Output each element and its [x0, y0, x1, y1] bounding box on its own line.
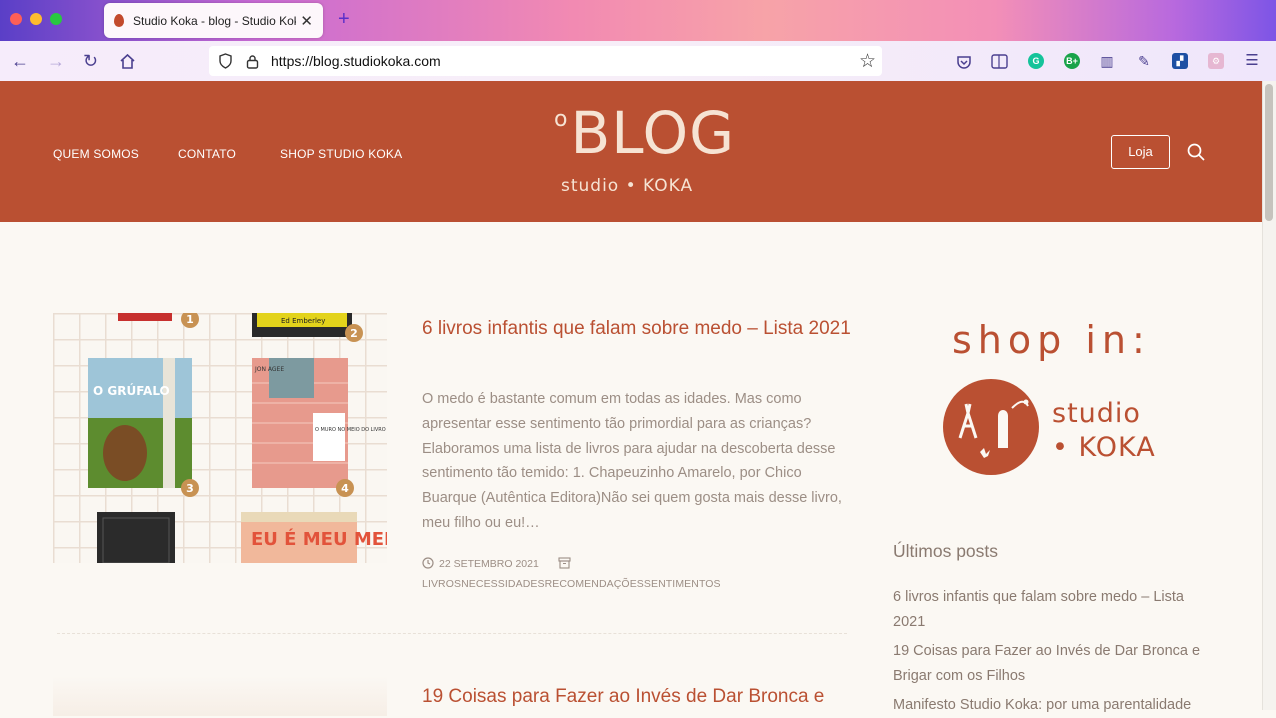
post-divider — [57, 633, 847, 634]
site-favicon-icon — [114, 14, 124, 27]
archive-icon — [558, 557, 571, 569]
pocket-icon[interactable] — [956, 54, 972, 70]
book-muro-title: O MURO NO MEIO DO LIVRO — [315, 427, 386, 433]
shield-icon[interactable] — [218, 53, 233, 69]
zoom-window-button[interactable] — [50, 13, 62, 25]
close-window-button[interactable] — [10, 13, 22, 25]
lock-icon[interactable] — [246, 54, 259, 69]
badge-3: 3 — [186, 482, 194, 495]
clock-icon — [422, 557, 434, 569]
new-tab-button[interactable]: + — [338, 8, 350, 31]
post2-thumbnail[interactable] — [53, 676, 387, 716]
url-text[interactable]: https://blog.studiokoka.com — [271, 53, 859, 69]
logo-subtitle: studio • KOKA — [561, 176, 694, 196]
post-excerpt: O medo é bastante comum em todas as idad… — [422, 391, 842, 531]
post2-title[interactable]: 19 Coisas para Fazer ao Invés de Dar Bro… — [422, 684, 862, 710]
latest-post-link[interactable]: Manifesto Studio Koka: por uma parentali… — [893, 693, 1213, 718]
reader-view-icon[interactable] — [991, 54, 1008, 69]
fence-extension-icon[interactable]: ▥ — [1099, 53, 1115, 69]
logo-title: BLOG — [570, 99, 736, 167]
bplus-extension-icon[interactable]: B+ — [1064, 53, 1080, 69]
logo-mark: o — [554, 107, 569, 132]
badge-2: 2 — [350, 327, 358, 340]
nav-contato[interactable]: CONTATO — [178, 147, 236, 161]
menu-hamburger-icon[interactable]: ☰ — [1244, 53, 1260, 69]
latest-post-link[interactable]: 6 livros infantis que falam sobre medo –… — [893, 585, 1213, 635]
search-icon[interactable] — [1187, 143, 1205, 161]
post-categories[interactable]: LIVROSNECESSIDADESRECOMENDAÇÕESSENTIMENT… — [422, 578, 721, 590]
back-arrow-icon[interactable]: ← — [11, 51, 29, 72]
eyedropper-icon[interactable]: ✎ — [1136, 53, 1152, 69]
browser-tab[interactable]: Studio Koka - blog - Studio Koka ✕ — [104, 3, 323, 38]
badge-1: 1 — [186, 313, 194, 326]
koka-text[interactable]: • KOKA — [1052, 432, 1156, 463]
grammarly-icon[interactable]: G — [1028, 53, 1044, 69]
nav-quem-somos[interactable]: QUEM SOMOS — [53, 147, 139, 161]
post-date[interactable]: 22 SETEMBRO 2021 — [439, 558, 539, 570]
shop-in-heading: shop in: — [952, 318, 1151, 362]
badge-4: 4 — [341, 482, 349, 495]
home-icon[interactable] — [119, 53, 136, 70]
latest-post-link[interactable]: 19 Coisas para Fazer ao Invés de Dar Bro… — [893, 639, 1213, 689]
site-logo[interactable]: oBLOG — [554, 99, 735, 167]
settings-extension-icon[interactable]: ⚙ — [1208, 53, 1224, 69]
scrollbar-thumb[interactable] — [1265, 84, 1273, 221]
tab-title: Studio Koka - blog - Studio Koka — [133, 13, 297, 28]
nav-shop[interactable]: SHOP STUDIO KOKA — [280, 147, 402, 161]
book-muro-author: JON AGEE — [254, 366, 284, 373]
bookmark-star-icon[interactable]: ☆ — [859, 50, 876, 73]
browser-tab-bar: Studio Koka - blog - Studio Koka ✕ + — [0, 0, 1276, 41]
address-bar[interactable]: https://blog.studiokoka.com ☆ — [209, 46, 882, 76]
book-ed-text: Ed Emberley — [281, 317, 325, 325]
book-medo-title: EU É MEU MEDO — [251, 528, 387, 550]
book-gruffalo-title: O GRÚFALO — [93, 383, 170, 398]
latest-posts-heading: Últimos posts — [893, 541, 999, 561]
close-tab-icon[interactable]: ✕ — [300, 12, 313, 30]
post-title[interactable]: 6 livros infantis que falam sobre medo –… — [422, 316, 852, 342]
post-meta: 22 SETEMBRO 2021 — [422, 557, 571, 570]
minimize-window-button[interactable] — [30, 13, 42, 25]
post-thumbnail[interactable]: Ed Emberley O GRÚFALO JON AGEE O MURO NO… — [53, 313, 387, 563]
studio-text[interactable]: studio — [1052, 398, 1141, 429]
loja-button[interactable]: Loja — [1111, 135, 1170, 169]
grid-extension-icon[interactable]: ▞ — [1172, 53, 1188, 69]
reload-icon[interactable]: ↻ — [83, 51, 98, 72]
forward-arrow-icon[interactable]: → — [47, 51, 65, 72]
studio-koka-logo-icon[interactable] — [940, 378, 1042, 476]
site-header: QUEM SOMOS CONTATO SHOP STUDIO KOKA oBLO… — [0, 81, 1262, 222]
